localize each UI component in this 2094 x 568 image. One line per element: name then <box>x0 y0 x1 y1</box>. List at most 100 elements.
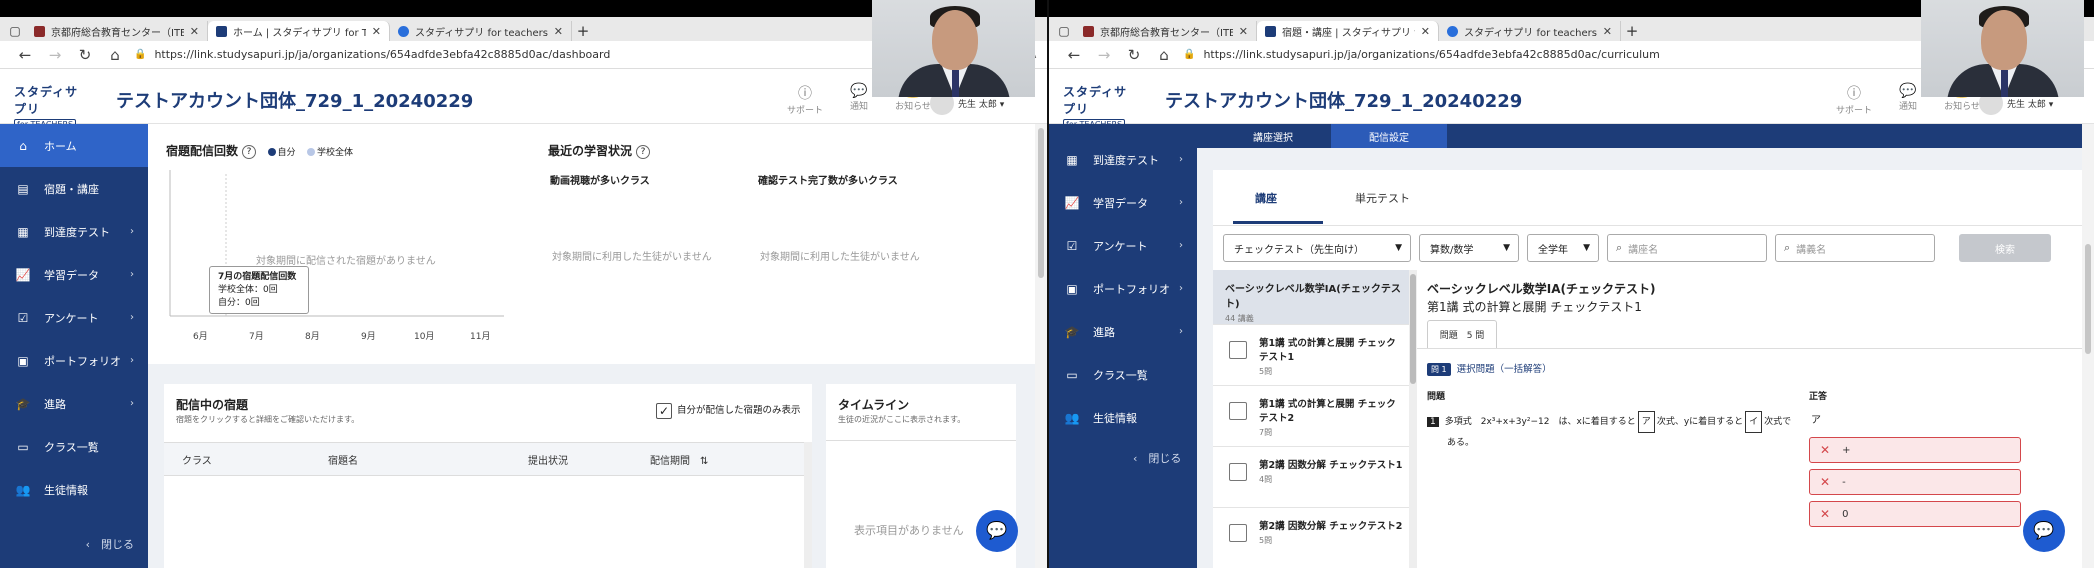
logo[interactable]: スタディサプリfor TEACHERS <box>1063 83 1135 130</box>
list-scrollbar[interactable] <box>1409 270 1417 568</box>
sidebar-item-career[interactable]: 🎓 進路 › <box>0 382 148 425</box>
sidebar-item-portfolio[interactable]: ▣ ポートフォリオ › <box>1049 267 1197 310</box>
month-tick: 7月 <box>249 332 264 342</box>
sidebar-item-home[interactable]: ⌂ ホーム <box>0 124 148 167</box>
back-icon[interactable]: ← <box>1059 46 1089 64</box>
new-tab-icon[interactable]: + <box>1621 21 1643 41</box>
sub-tabs: 講座 単元テスト <box>1213 170 2094 226</box>
forward-icon[interactable]: → <box>1089 46 1119 64</box>
question-icon[interactable]: ? <box>636 145 651 159</box>
homework-empty-text: 対象期間に配信された宿題がありません <box>256 256 436 267</box>
checkbox[interactable] <box>1229 463 1247 481</box>
back-icon[interactable]: ← <box>10 46 40 64</box>
close-icon[interactable]: ✕ <box>372 25 381 38</box>
active-tab-indicator <box>1233 221 1323 224</box>
sidebar-item-portfolio[interactable]: ▣ ポートフォリオ › <box>0 339 148 382</box>
questions-tab[interactable]: 問題 5 問 <box>1427 320 1497 348</box>
delivering-title: 配信中の宿題 <box>176 398 249 412</box>
choice-option[interactable]: ✕ + <box>1809 437 2021 463</box>
sidebar-close-button[interactable]: ‹ 閉じる <box>1133 450 1181 466</box>
recent-title: 最近の学習状況? <box>548 142 651 159</box>
reload-icon[interactable]: ↻ <box>1119 46 1149 64</box>
checkbox[interactable] <box>1229 402 1247 420</box>
col-question: 問題 <box>1427 392 1446 402</box>
month-tick: 10月 <box>414 332 435 342</box>
sidebar-item-survey[interactable]: ☑ アンケート › <box>1049 224 1197 267</box>
sidebar-item-survey[interactable]: ☑ アンケート › <box>0 296 148 339</box>
choice-option[interactable]: ✕ - <box>1809 469 2021 495</box>
sidebar-item-test[interactable]: ▦ 到達度テスト › <box>0 210 148 253</box>
chart-icon: 📈 <box>1064 195 1080 210</box>
course-search-input[interactable]: ⌕ 講座名 <box>1607 234 1767 262</box>
col-period[interactable]: 配信期間 ⇅ <box>650 452 708 467</box>
tab-actions-icon[interactable]: ▢ <box>1053 21 1075 41</box>
sidebar-item-homework[interactable]: ▤ 宿題・講座 <box>0 167 148 210</box>
forward-icon[interactable]: → <box>40 46 70 64</box>
sidebar-item-data[interactable]: 📈 学習データ › <box>0 253 148 296</box>
close-icon[interactable]: ✕ <box>554 25 563 38</box>
grade-select[interactable]: 全学年 ▼ <box>1527 234 1599 262</box>
col-answer: 正答 <box>1809 392 1828 402</box>
lecture-list: ベーシックレベル数学IA(チェックテスト) 44 講義 第1講 式の計算と展開 チ… <box>1213 270 1417 568</box>
lecture-search-input[interactable]: ⌕ 講義名 <box>1775 234 1935 262</box>
tab-itec[interactable]: 京都府総合教育センター（ITEC）✕ <box>1075 21 1257 41</box>
choice-option[interactable]: ✕ 0 <box>1809 501 2021 527</box>
page-scrollbar[interactable] <box>1035 124 1047 568</box>
question-icon[interactable]: ? <box>242 145 257 159</box>
student-icon: 👥 <box>1064 410 1080 425</box>
table-scrollbar[interactable] <box>804 442 812 568</box>
support-button[interactable]: ⓘ サポート <box>1833 83 1875 116</box>
portfolio-icon: ▣ <box>1066 281 1078 296</box>
tab-course-select[interactable]: 講座選択 <box>1215 124 1331 148</box>
chat-button[interactable]: 💬 <box>976 510 1018 552</box>
list-item[interactable]: 第1講 式の計算と展開 チェックテスト1 5問 <box>1213 324 1417 385</box>
subject-select[interactable]: 算数/数学 ▼ <box>1419 234 1519 262</box>
url-field[interactable]: 🔒 https://link.studysapuri.jp/ja/organiza… <box>1183 44 2026 66</box>
tab-home[interactable]: ホーム | スタディサプリ for TEACHERS✕ <box>208 21 390 41</box>
only-mine-checkbox[interactable]: ✓ 自分が配信した宿題のみ表示 <box>656 402 801 419</box>
user-menu[interactable]: 先生 太郎 ▾ <box>958 97 1004 110</box>
sidebar-item-test[interactable]: ▦ 到達度テスト › <box>1049 138 1197 181</box>
sidebar-close-button[interactable]: ‹ 閉じる <box>86 536 134 552</box>
test-type-select[interactable]: チェックテスト（先生向け） ▼ <box>1223 234 1411 262</box>
tab-login[interactable]: スタディサプリ for teachers ログイン✕ <box>390 21 572 41</box>
checkbox[interactable] <box>1229 341 1247 359</box>
sidebar-item-classes[interactable]: ▭ クラス一覧 <box>0 425 148 468</box>
list-item[interactable]: 第2講 因数分解 チェックテスト2 5問 <box>1213 507 1417 568</box>
search-button[interactable]: 検索 <box>1959 234 2051 262</box>
lock-icon: 🔒 <box>1183 49 1196 60</box>
tab-curriculum[interactable]: 宿題・講座 | スタディサプリ for TEACHERS✕ <box>1257 21 1439 41</box>
sidebar-item-students[interactable]: 👥 生徒情報 <box>1049 396 1197 439</box>
chevron-right-icon: › <box>130 226 134 237</box>
sidebar-item-students[interactable]: 👥 生徒情報 <box>0 468 148 511</box>
chat-button[interactable]: 💬 <box>2023 510 2065 552</box>
logo[interactable]: スタディサプリfor TEACHERS <box>14 83 86 130</box>
support-button[interactable]: ⓘ サポート <box>784 83 826 116</box>
tab-itec[interactable]: 京都府総合教育センター（ITEC）✕ <box>26 21 208 41</box>
timeline-title: タイムライン <box>838 398 910 412</box>
close-icon[interactable]: ✕ <box>190 25 199 38</box>
close-icon[interactable]: ✕ <box>1603 25 1612 38</box>
tab-delivery-settings[interactable]: 配信設定 <box>1331 124 1447 148</box>
sidebar-item-data[interactable]: 📈 学習データ › <box>1049 181 1197 224</box>
chevron-right-icon: › <box>130 398 134 409</box>
chevron-right-icon: › <box>1179 240 1183 251</box>
tab-course[interactable]: 講座 <box>1255 190 1277 206</box>
list-item[interactable]: 第1講 式の計算と展開 チェックテスト2 7問 <box>1213 385 1417 446</box>
list-item[interactable]: 第2講 因数分解 チェックテスト1 4問 <box>1213 446 1417 507</box>
tab-actions-icon[interactable]: ▢ <box>4 21 26 41</box>
tab-unit-test[interactable]: 単元テスト <box>1355 190 1410 206</box>
user-menu[interactable]: 先生 太郎 ▾ <box>2007 97 2053 110</box>
home-browser-icon[interactable]: ⌂ <box>100 46 130 64</box>
sidebar-item-classes[interactable]: ▭ クラス一覧 <box>1049 353 1197 396</box>
page-scrollbar[interactable] <box>2082 124 2094 568</box>
url-field[interactable]: 🔒 https://link.studysapuri.jp/ja/organiza… <box>134 44 979 66</box>
reload-icon[interactable]: ↻ <box>70 46 100 64</box>
sidebar-item-career[interactable]: 🎓 進路 › <box>1049 310 1197 353</box>
checkbox[interactable] <box>1229 524 1247 542</box>
close-icon[interactable]: ✕ <box>1421 25 1430 38</box>
new-tab-icon[interactable]: + <box>572 21 594 41</box>
close-icon[interactable]: ✕ <box>1239 25 1248 38</box>
home-browser-icon[interactable]: ⌂ <box>1149 46 1179 64</box>
tab-login[interactable]: スタディサプリ for teachers ログイン✕ <box>1439 21 1621 41</box>
